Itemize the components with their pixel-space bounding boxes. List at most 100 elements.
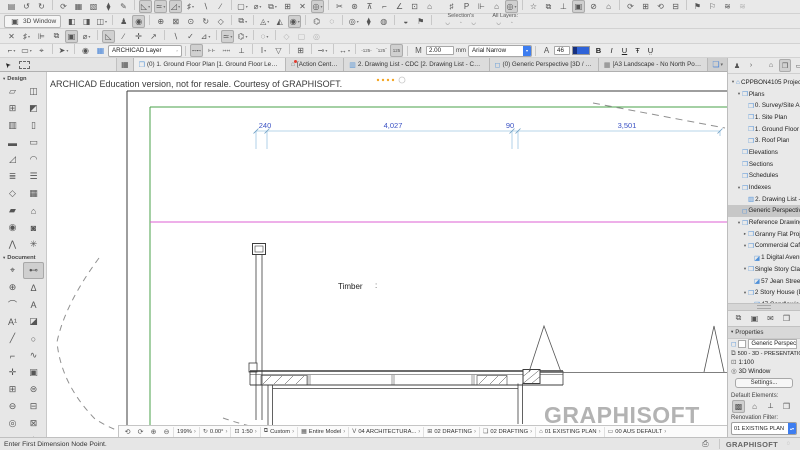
arrow-cursor-icon[interactable]: ➤▾ [57, 44, 70, 57]
tree-item[interactable]: ❒Sections [728, 158, 800, 170]
find-select-icon[interactable]: ⊛ [348, 0, 361, 13]
wall-tool[interactable]: ▱ [2, 83, 23, 100]
gravity-slab-icon[interactable]: ≃▾ [154, 0, 167, 13]
tree-item[interactable]: ◪57 Jean Street, Sev [728, 275, 800, 287]
tree-item[interactable]: ▾❒Commercial Cafe Proj [728, 240, 800, 252]
tree-item[interactable]: ❒Elevations [728, 147, 800, 159]
circle-tool[interactable]: ○ [23, 330, 44, 347]
favorites-icon[interactable]: ☆ [527, 0, 540, 13]
redo-icon[interactable]: ↻ [35, 0, 48, 13]
print-icon[interactable]: ⎙ [699, 438, 712, 450]
tree-item[interactable]: ▥2. Drawing List - CDC [728, 193, 800, 205]
witness-line-button[interactable]: I▾ [257, 44, 270, 57]
strikethrough-button[interactable]: Ŧ [632, 45, 643, 56]
stair-tool[interactable]: ≣ [2, 168, 23, 185]
tool-default-icon[interactable]: ⌐▾ [5, 44, 18, 57]
text-size-input[interactable] [554, 46, 570, 55]
properties-header[interactable]: ▾ Properties [728, 326, 800, 339]
3d-window-button[interactable]: ▣ 3D Window [4, 15, 61, 28]
object-tool[interactable]: ⌂ [23, 202, 44, 219]
dim-arrow-button[interactable]: ↦↤ [220, 44, 233, 57]
roof-default-icon[interactable]: ⌂ [748, 400, 761, 413]
capture-view-icon[interactable]: ⧉ [542, 0, 555, 13]
fill-tool[interactable]: ◪ [23, 313, 44, 330]
paint-icon[interactable]: ⌬ [310, 15, 323, 28]
arrowhead-button[interactable]: ⊸▾ [316, 44, 329, 57]
markup-flag-icon[interactable]: ⚑ [691, 0, 704, 13]
save-view-icon[interactable]: ▣ [748, 312, 761, 325]
refresh-icon[interactable]: ⟳ [624, 0, 637, 13]
layer-select[interactable]: ARCHICAD Layer › [108, 45, 182, 57]
drag-icon[interactable]: ⧉ [50, 30, 63, 43]
gravity-icon[interactable]: ⌖ [35, 44, 48, 57]
node-icon[interactable]: ✛ [132, 30, 145, 43]
fill-default-icon[interactable]: ▩ [732, 400, 745, 413]
flag-icon[interactable]: ⚑ [414, 15, 427, 28]
tab-ground-floor-plan[interactable]: ❒(0) 1. Ground Floor Plan [1. Ground Flo… [134, 58, 286, 71]
surfaces-icon[interactable]: ◭ [273, 15, 286, 28]
timber-label[interactable]: Timber [338, 282, 363, 291]
favorites[interactable]: ❏02 DRAFTING› [479, 427, 535, 437]
dim-pos-above-button[interactable]: -125- [360, 44, 373, 57]
pin-icon[interactable]: ⊩ [475, 0, 488, 13]
ghost-target-icon[interactable]: ◎ [310, 30, 323, 43]
zoom-level[interactable]: 199%› [173, 427, 199, 437]
witness-width-button[interactable]: ↔▾ [338, 44, 351, 57]
gravity-icon[interactable]: ◺ [102, 30, 115, 43]
fit-in-window-icon[interactable]: ⊼ [363, 0, 376, 13]
dimension-tool[interactable]: ⊷ [23, 262, 44, 279]
home-story-icon[interactable]: ⌂ [490, 0, 503, 13]
detail-tool[interactable]: ◎ [2, 415, 23, 432]
hotspot-tool[interactable]: ✛ [2, 364, 23, 381]
mail-icon[interactable]: ✉ [764, 312, 777, 325]
mesh-tool[interactable]: ▦ [23, 185, 44, 202]
snap-guides-icon[interactable]: ∕ [214, 0, 227, 13]
eyedropper-icon[interactable]: ⧫ [102, 0, 115, 13]
slant-icon[interactable]: ∖ [169, 30, 182, 43]
tree-item[interactable]: ▸❒Granny Flat Project [728, 228, 800, 240]
superscript-button[interactable]: Ṳ [645, 45, 656, 56]
home-icon[interactable]: ⌂ [423, 0, 436, 13]
view-settings-icon[interactable]: ◎▾ [505, 0, 518, 13]
tree-item[interactable]: ❒Schedules [728, 170, 800, 182]
delete-icon[interactable]: ✕ [796, 312, 800, 325]
close-icon[interactable]: ✕ [296, 0, 309, 13]
tree-item[interactable]: ◻Generic Perspective [728, 205, 800, 217]
drawing-tool[interactable]: ⊞ [2, 381, 23, 398]
issue-manager-icon[interactable]: ≋ [736, 0, 749, 13]
pen-sets-icon[interactable]: ◬▾ [258, 15, 271, 28]
dim-linear-button[interactable]: ⊷⊷ [190, 44, 203, 57]
teamwork-icon[interactable]: ▦ [72, 0, 85, 13]
tree-item[interactable]: ▾❒Single Story Class 1 a [728, 263, 800, 275]
orientation[interactable]: ↻0.00°› [199, 427, 231, 437]
panel-resize-handle[interactable] [728, 303, 800, 311]
check-drawings-icon[interactable]: ⊟ [669, 0, 682, 13]
polyline-tool[interactable]: ⌐ [2, 347, 23, 364]
sync-changes-icon[interactable]: ⟳ [57, 0, 70, 13]
grid-snap-icon[interactable]: ♯▾ [20, 30, 33, 43]
publish-icon[interactable]: ▣ [572, 0, 585, 13]
truss-tool[interactable]: ⋀ [2, 236, 23, 253]
snap-points-icon[interactable]: ◎▾ [311, 0, 324, 13]
selection-prev-icon[interactable]: ◡ [442, 19, 453, 28]
marker-type-button[interactable]: ▽ [272, 44, 285, 57]
projection-icon[interactable]: P [460, 0, 473, 13]
guideline-icon[interactable]: ⊫ [35, 30, 48, 43]
window-tool[interactable]: ⊞ [2, 100, 23, 117]
renovation-filter[interactable]: ⌂01 EXISTING PLAN› [535, 427, 604, 437]
filter-elements-icon[interactable]: ⧉▾ [236, 15, 249, 28]
zone-tool[interactable]: ▰ [2, 202, 23, 219]
view-map-icon[interactable]: ❒ [779, 59, 791, 72]
elevation-3d-icon[interactable]: ◨ [80, 15, 93, 28]
spray-icon[interactable]: ◌ [325, 15, 338, 28]
turn-icon[interactable]: ↻ [199, 15, 212, 28]
close-small-icon[interactable]: ✕ [5, 30, 18, 43]
section-3d-icon[interactable]: ◧ [65, 15, 78, 28]
line-tool[interactable]: ╱ [2, 330, 23, 347]
settings-button[interactable]: Settings... [735, 378, 793, 388]
angle-dimension-tool[interactable]: Δ [23, 279, 44, 296]
scale-row[interactable]: ⊡ 1:100 [728, 358, 800, 367]
structure-display[interactable]: ▦Entire Model› [297, 427, 348, 437]
layers-dot-icon[interactable]: ◦ [506, 19, 517, 28]
pen-set[interactable]: V04 ARCHITECTURA...› [348, 427, 423, 437]
